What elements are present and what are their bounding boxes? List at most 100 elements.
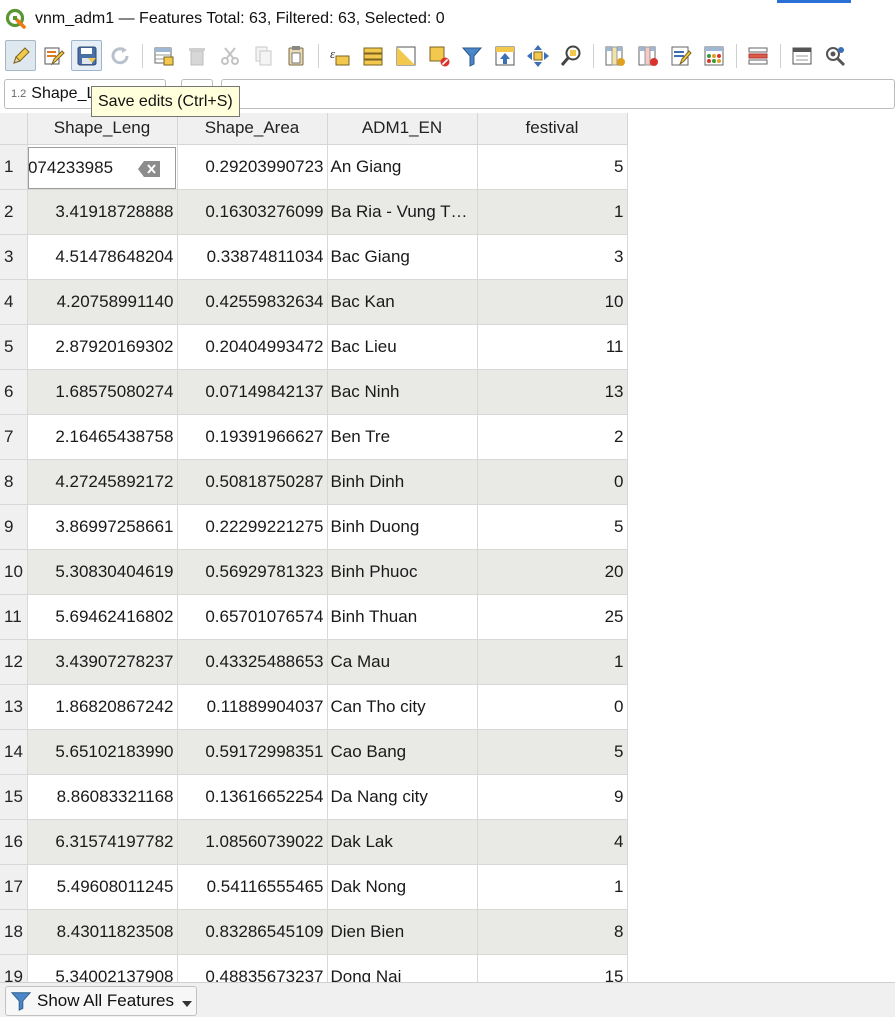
cell-festival[interactable]: 15 <box>477 954 628 982</box>
column-header[interactable]: Shape_Leng <box>27 113 178 145</box>
table-row[interactable]: 14 5.65102183990 0.59172998351 Cao Bang 5 <box>0 729 895 775</box>
row-number[interactable]: 17 <box>0 864 28 910</box>
filter-select-button[interactable] <box>456 40 487 71</box>
editing-cell[interactable]: 0074233985 <box>27 144 178 190</box>
table-row[interactable]: 4 4.20758991140 0.42559832634 Bac Kan 10 <box>0 279 895 325</box>
cell-shape-area[interactable]: 0.33874811034 <box>177 234 328 280</box>
cell-shape-area[interactable]: 0.83286545109 <box>177 909 328 955</box>
multi-edit-button[interactable] <box>38 40 69 71</box>
cell-shape-area[interactable]: 0.07149842137 <box>177 369 328 415</box>
row-number[interactable]: 2 <box>0 189 28 235</box>
cell-shape-leng[interactable]: 1.68575080274 <box>27 369 178 415</box>
table-row[interactable]: 18 8.43011823508 0.83286545109 Dien Bien 8 <box>0 909 895 955</box>
cell-festival[interactable]: 0 <box>477 459 628 505</box>
cell-shape-leng[interactable]: 8.86083321168 <box>27 774 178 820</box>
cell-shape-area[interactable]: 0.20404993472 <box>177 324 328 370</box>
table-row[interactable]: 9 3.86997258661 0.22299221275 Binh Duong 5 <box>0 504 895 550</box>
corner-header[interactable] <box>0 113 28 145</box>
table-row[interactable]: 12 3.43907278237 0.43325488653 Ca Mau 1 <box>0 639 895 685</box>
select-all-button[interactable] <box>357 40 388 71</box>
cell-festival[interactable]: 9 <box>477 774 628 820</box>
cell-shape-leng[interactable]: 5.49608011245 <box>27 864 178 910</box>
cell-adm1-en[interactable]: Binh Thuan <box>327 594 478 640</box>
cell-shape-area[interactable]: 0.16303276099 <box>177 189 328 235</box>
cell-shape-leng[interactable]: 6.31574197782 <box>27 819 178 865</box>
cell-shape-leng[interactable]: 8.43011823508 <box>27 909 178 955</box>
cell-adm1-en[interactable]: Ben Tre <box>327 414 478 460</box>
zoom-to-selected-button[interactable] <box>555 40 586 71</box>
field-calculator-button[interactable] <box>665 40 696 71</box>
paste-button[interactable] <box>280 40 311 71</box>
save-edits-button[interactable] <box>71 40 102 71</box>
cell-festival[interactable]: 2 <box>477 414 628 460</box>
cell-shape-leng[interactable]: 5.69462416802 <box>27 594 178 640</box>
row-number[interactable]: 8 <box>0 459 28 505</box>
cell-shape-area[interactable]: 0.54116555465 <box>177 864 328 910</box>
cell-festival[interactable]: 5 <box>477 504 628 550</box>
cell-adm1-en[interactable]: Dien Bien <box>327 909 478 955</box>
row-number[interactable]: 13 <box>0 684 28 730</box>
cell-festival[interactable]: 13 <box>477 369 628 415</box>
organize-columns-button[interactable] <box>742 40 773 71</box>
row-number[interactable]: 10 <box>0 549 28 595</box>
table-row[interactable]: 10 5.30830404619 0.56929781323 Binh Phuoc 20 <box>0 549 895 595</box>
move-selection-to-top-button[interactable] <box>489 40 520 71</box>
cell-festival[interactable]: 25 <box>477 594 628 640</box>
cell-adm1-en[interactable]: Binh Phuoc <box>327 549 478 595</box>
row-number[interactable]: 9 <box>0 504 28 550</box>
row-number[interactable]: 4 <box>0 279 28 325</box>
cell-shape-area[interactable]: 0.19391966627 <box>177 414 328 460</box>
cell-shape-area[interactable]: 0.48835673237 <box>177 954 328 982</box>
row-number[interactable]: 6 <box>0 369 28 415</box>
row-number[interactable]: 19 <box>0 954 28 982</box>
row-number[interactable]: 11 <box>0 594 28 640</box>
delete-field-button[interactable] <box>632 40 663 71</box>
cell-festival[interactable]: 4 <box>477 819 628 865</box>
table-row[interactable]: 8 4.27245892172 0.50818750287 Binh Dinh 0 <box>0 459 895 505</box>
cell-shape-leng[interactable]: 4.27245892172 <box>27 459 178 505</box>
cell-shape-leng[interactable]: 2.87920169302 <box>27 324 178 370</box>
cut-button[interactable] <box>214 40 245 71</box>
cell-editor-input[interactable]: 0074233985 <box>27 146 176 188</box>
table-row[interactable]: 19 5.34002137908 0.48835673237 Dong Nai 15 <box>0 954 895 982</box>
cell-adm1-en[interactable]: Binh Duong <box>327 504 478 550</box>
copy-button[interactable] <box>247 40 278 71</box>
cell-adm1-en[interactable]: Bac Ninh <box>327 369 478 415</box>
cell-adm1-en[interactable]: Da Nang city <box>327 774 478 820</box>
row-number[interactable]: 3 <box>0 234 28 280</box>
actions-button[interactable] <box>819 40 850 71</box>
cell-adm1-en[interactable]: Dak Nong <box>327 864 478 910</box>
cell-adm1-en[interactable]: Bac Kan <box>327 279 478 325</box>
row-number[interactable]: 12 <box>0 639 28 685</box>
row-number[interactable]: 15 <box>0 774 28 820</box>
update-value-input[interactable] <box>221 79 895 109</box>
cell-shape-area[interactable]: 0.59172998351 <box>177 729 328 775</box>
clear-text-icon[interactable] <box>137 160 161 178</box>
cell-shape-leng[interactable]: 3.43907278237 <box>27 639 178 685</box>
column-header[interactable]: ADM1_EN <box>327 113 478 145</box>
cell-shape-leng[interactable]: 4.51478648204 <box>27 234 178 280</box>
cell-adm1-en[interactable]: Can Tho city <box>327 684 478 730</box>
cell-festival[interactable]: 5 <box>477 144 628 190</box>
cell-adm1-en[interactable]: Dong Nai <box>327 954 478 982</box>
select-by-expression-button[interactable]: ε <box>324 40 355 71</box>
cell-shape-leng[interactable]: 3.41918728888 <box>27 189 178 235</box>
cell-festival[interactable]: 20 <box>477 549 628 595</box>
row-number[interactable]: 5 <box>0 324 28 370</box>
cell-shape-leng[interactable]: 5.30830404619 <box>27 549 178 595</box>
table-row[interactable]: 16 6.31574197782 1.08560739022 Dak Lak 4 <box>0 819 895 865</box>
cell-adm1-en[interactable]: Bac Lieu <box>327 324 478 370</box>
cell-adm1-en[interactable]: Ca Mau <box>327 639 478 685</box>
reload-button[interactable] <box>104 40 135 71</box>
cell-shape-area[interactable]: 0.11889904037 <box>177 684 328 730</box>
cell-shape-leng[interactable]: 3.86997258661 <box>27 504 178 550</box>
cell-shape-area[interactable]: 0.22299221275 <box>177 504 328 550</box>
table-row[interactable]: 17 5.49608011245 0.54116555465 Dak Nong 1 <box>0 864 895 910</box>
table-row[interactable]: 3 4.51478648204 0.33874811034 Bac Giang 3 <box>0 234 895 280</box>
cell-festival[interactable]: 5 <box>477 729 628 775</box>
cell-adm1-en[interactable]: Cao Bang <box>327 729 478 775</box>
cell-shape-area[interactable]: 0.13616652254 <box>177 774 328 820</box>
row-number[interactable]: 7 <box>0 414 28 460</box>
table-row[interactable]: 7 2.16465438758 0.19391966627 Ben Tre 2 <box>0 414 895 460</box>
add-feature-button[interactable] <box>148 40 179 71</box>
